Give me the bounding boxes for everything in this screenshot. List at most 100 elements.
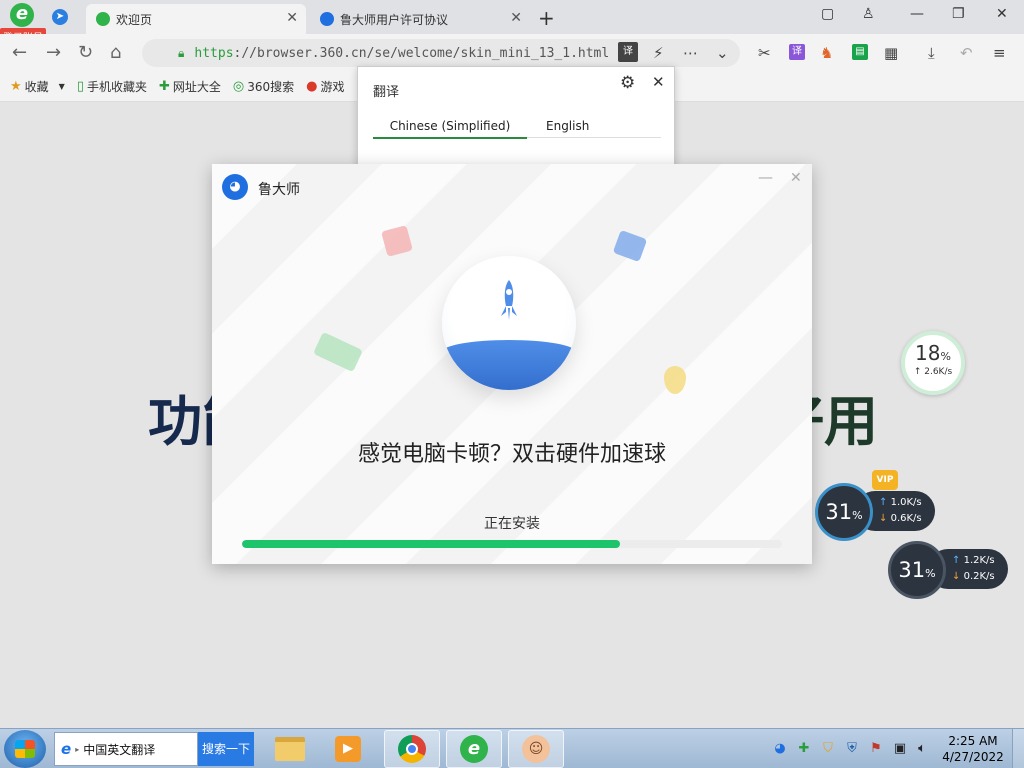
- tray-flag-icon[interactable]: ⚑: [868, 741, 884, 757]
- upload-rate: 1.0: [890, 497, 907, 508]
- network-percent: 31: [825, 500, 853, 524]
- install-progress-bar: [242, 540, 782, 548]
- memory-speed-ball[interactable]: 18% ↑ 2.6K/s: [901, 331, 965, 395]
- network-unit: %: [925, 567, 936, 580]
- download-icon[interactable]: ⤓: [928, 44, 935, 62]
- translate-close-icon[interactable]: ✕: [652, 73, 665, 91]
- download-arrow-icon: ↓: [952, 571, 961, 582]
- dropdown-arrow-icon[interactable]: ▸: [75, 745, 79, 754]
- shirt-icon[interactable]: ♙: [862, 6, 875, 22]
- scissors-icon[interactable]: ✂: [758, 44, 771, 62]
- installer-app-name: 鲁大师: [258, 182, 300, 198]
- start-button[interactable]: [4, 730, 46, 768]
- ie-icon: e: [61, 740, 72, 758]
- telegram-icon[interactable]: ➤: [52, 9, 68, 25]
- tray-shield-icon[interactable]: ⛉: [820, 741, 836, 757]
- undo-icon[interactable]: ↶: [960, 44, 973, 62]
- installer-slogan: 感觉电脑卡顿？双击硬件加速球: [357, 442, 666, 467]
- chrome-taskbar-button[interactable]: [384, 730, 440, 768]
- tab-favicon-icon: [320, 12, 334, 26]
- tab-license[interactable]: 鲁大师用户许可协议 ✕: [310, 4, 530, 34]
- apps-grid-icon[interactable]: ▦: [884, 44, 898, 62]
- 360-browser-icon: e: [460, 735, 488, 763]
- acceleration-ball[interactable]: [442, 256, 576, 390]
- show-desktop-button[interactable]: [1012, 729, 1024, 768]
- bookmark-label: 收藏: [24, 80, 49, 94]
- new-tab-button[interactable]: +: [538, 6, 555, 30]
- upload-rate: 1.2: [963, 555, 980, 566]
- tab-target-language[interactable]: English: [546, 119, 589, 133]
- tray-security-icon[interactable]: ⛨: [844, 741, 860, 757]
- browser-logo-icon: e: [10, 3, 34, 27]
- download-rate: 0.2: [963, 571, 980, 582]
- taskbar-search-button[interactable]: 搜索一下: [198, 732, 254, 766]
- url-path: ://browser.360.cn/se/welcome/skin_mini_1…: [233, 45, 610, 61]
- installer-minimize-button[interactable]: —: [758, 168, 773, 186]
- search-text: 中国英文翻译: [83, 742, 156, 757]
- lightning-icon[interactable]: ⚡: [653, 44, 664, 62]
- book-ext-icon[interactable]: ▤: [852, 44, 868, 60]
- bookmark-label: 360搜索: [247, 80, 295, 94]
- bookmark-mobile[interactable]: ▯ 手机收藏夹: [77, 78, 147, 95]
- game-ext-icon[interactable]: ♞: [820, 44, 833, 62]
- taskbar-clock[interactable]: 2:25 AM 4/27/2022: [940, 733, 1006, 765]
- globe-icon: ✚: [159, 79, 170, 94]
- network-percent-circle: 31%: [815, 483, 873, 541]
- download-arrow-icon: ↓: [879, 513, 888, 524]
- 360-browser-taskbar-button[interactable]: e: [446, 730, 502, 768]
- forward-button[interactable]: →: [46, 42, 61, 63]
- back-button[interactable]: ←: [12, 42, 27, 63]
- tray-volume-icon[interactable]: 🔈︎: [914, 741, 930, 757]
- address-input[interactable]: 🔒︎ https://browser.360.cn/se/welcome/ski…: [142, 39, 740, 67]
- translate-title: 翻译: [373, 85, 400, 100]
- tray-ludashi-icon[interactable]: ◕: [772, 741, 788, 757]
- installer-dialog: ◕ 鲁大师 — ✕ 感觉电脑卡顿？双击硬件加速球 正在安装: [212, 164, 812, 564]
- rate-unit: K/s: [906, 513, 922, 524]
- media-player-taskbar-button[interactable]: ▶: [320, 730, 376, 768]
- ludashi-logo-icon: ◕: [222, 174, 248, 200]
- upload-arrow-icon: ↑: [952, 555, 961, 566]
- chevron-down-icon[interactable]: ⌄: [716, 44, 729, 62]
- water-level: [442, 340, 576, 390]
- clock-date: 4/27/2022: [942, 750, 1004, 764]
- taskbar: e ▸ 中国英文翻译 搜索一下 ▶ e ☺ ◕ ✚ ⛉ ⛨ ⚑ ▣ 🔈︎ 2:2…: [0, 728, 1024, 768]
- tray-network-icon[interactable]: ▣: [892, 741, 908, 757]
- close-window-button[interactable]: ✕: [996, 6, 1008, 22]
- windows-logo-icon: [15, 740, 35, 758]
- game-icon: ●: [306, 79, 318, 94]
- rate-unit: K/s: [979, 555, 995, 566]
- tab-source-language[interactable]: Chinese (Simplified): [373, 119, 527, 139]
- rocket-icon: [501, 280, 517, 320]
- memory-unit: %: [940, 350, 951, 363]
- upload-arrow-icon: ↑: [879, 497, 888, 508]
- clock-time: 2:25 AM: [948, 734, 998, 748]
- install-status: 正在安装: [484, 516, 540, 532]
- explorer-taskbar-button[interactable]: [262, 730, 318, 768]
- home-button[interactable]: ⌂: [110, 42, 121, 63]
- more-icon[interactable]: ⋯: [683, 44, 698, 62]
- installer-close-button[interactable]: ✕: [790, 170, 802, 186]
- network-widget-1[interactable]: ↑ 1.0K/s ↓ 0.6K/s 31%: [815, 483, 935, 541]
- network-widget-2[interactable]: ↑ 1.2K/s ↓ 0.2K/s 31%: [888, 541, 1008, 599]
- translate-icon[interactable]: 译: [618, 42, 638, 62]
- tab-count-icon[interactable]: ▢: [821, 6, 834, 22]
- minimize-button[interactable]: —: [910, 6, 924, 22]
- bookmark-360search[interactable]: ◎ 360搜索: [233, 78, 294, 95]
- tab-close-icon[interactable]: ✕: [286, 10, 298, 26]
- menu-icon[interactable]: ≡: [993, 44, 1006, 62]
- restore-button[interactable]: ❐: [952, 6, 965, 22]
- tab-close-icon[interactable]: ✕: [510, 10, 522, 26]
- bookmark-games[interactable]: ● 游戏: [306, 78, 344, 95]
- taskbar-search-input[interactable]: e ▸ 中国英文翻译: [54, 732, 198, 766]
- ludashi-taskbar-button[interactable]: ☺: [508, 730, 564, 768]
- caret-down-icon[interactable]: ▼: [59, 82, 65, 91]
- settings-gear-icon[interactable]: ⚙: [620, 73, 635, 93]
- tray-360-icon[interactable]: ✚: [796, 741, 812, 757]
- reload-button[interactable]: ↻: [78, 42, 93, 63]
- bookmark-favorites[interactable]: ★ 收藏 ▼: [10, 78, 65, 95]
- url-scheme: https: [194, 45, 234, 61]
- translate-ext-icon[interactable]: 译: [789, 44, 805, 60]
- memory-percent: 18: [915, 341, 941, 365]
- tab-welcome[interactable]: 欢迎页 ✕: [86, 4, 306, 34]
- bookmark-sites[interactable]: ✚ 网址大全: [159, 78, 221, 95]
